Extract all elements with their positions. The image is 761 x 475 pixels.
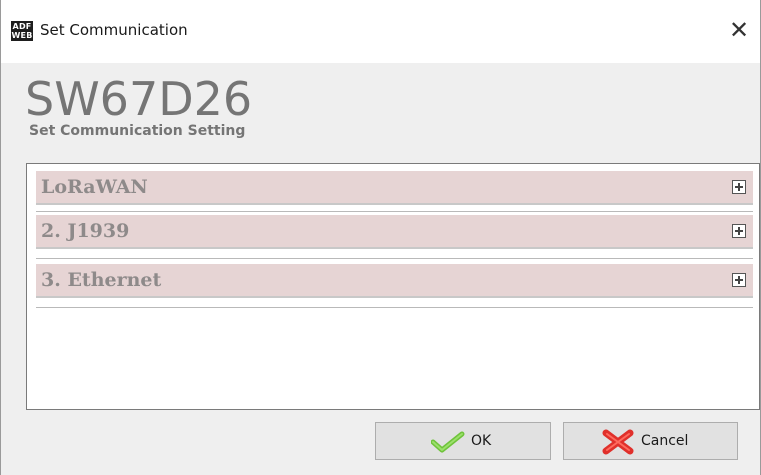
divider	[36, 258, 753, 259]
dialog-footer: OK Cancel	[1, 410, 760, 475]
device-name: SW67D26	[25, 72, 253, 126]
section-label: 2. J1939	[41, 220, 130, 242]
section-lorawan[interactable]: LoRaWAN	[36, 171, 753, 205]
sections-panel: LoRaWAN 2. J1939 3. Ethernet	[26, 163, 760, 410]
expand-plus-icon[interactable]	[732, 273, 746, 287]
section-j1939[interactable]: 2. J1939	[36, 215, 753, 249]
expand-plus-icon[interactable]	[732, 224, 746, 238]
title-bar: ADF WEB Set Communication ✕	[1, 0, 760, 63]
section-label: 3. Ethernet	[41, 269, 162, 291]
expand-plus-icon[interactable]	[732, 180, 746, 194]
window-title: Set Communication	[40, 21, 188, 39]
logo-text-top: ADF	[12, 22, 32, 31]
checkmark-icon	[430, 431, 465, 457]
close-button[interactable]: ✕	[719, 13, 759, 49]
ok-button[interactable]: OK	[375, 422, 551, 460]
red-x-icon	[601, 429, 635, 459]
page-subtitle: Set Communication Setting	[29, 123, 246, 139]
ok-label: OK	[471, 433, 492, 449]
header-area: SW67D26 Set Communication Setting	[1, 63, 760, 163]
divider	[36, 307, 753, 308]
set-communication-dialog: ADF WEB Set Communication ✕ SW67D26 Set …	[0, 0, 761, 475]
cancel-label: Cancel	[641, 433, 689, 449]
section-ethernet[interactable]: 3. Ethernet	[36, 264, 753, 298]
divider	[36, 211, 753, 212]
section-label: LoRaWAN	[41, 176, 148, 198]
cancel-button[interactable]: Cancel	[563, 422, 738, 460]
adfweb-logo-icon: ADF WEB	[11, 21, 33, 41]
logo-text-bottom: WEB	[11, 31, 33, 40]
